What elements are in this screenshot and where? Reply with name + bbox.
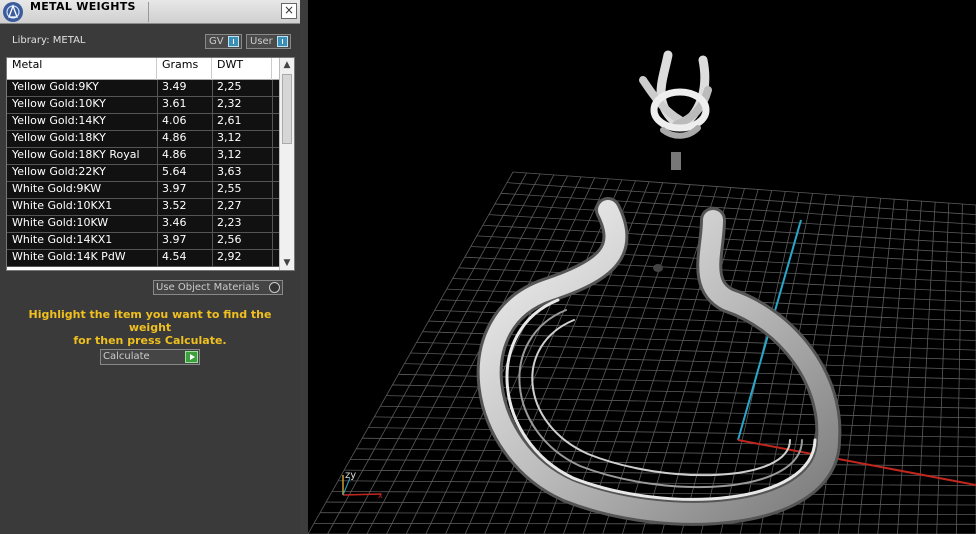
cell-metal: Yellow Gold:9KY (12, 80, 99, 93)
table-row[interactable]: White Gold:10KW 3.46 2,23 (7, 216, 279, 233)
calculate-button[interactable]: Calculate (100, 349, 200, 365)
cell-metal: White Gold:14K PdW (12, 250, 126, 263)
cell-metal: White Gold:14KX1 (12, 233, 113, 246)
gv-toggle[interactable]: GV (205, 34, 242, 49)
cell-dwt: 2,23 (217, 216, 242, 229)
gv-label: GV (209, 36, 224, 47)
cell-grams: 3.49 (162, 80, 187, 93)
table-body: Yellow Gold:9KY 3.49 2,25 Yellow Gold:10KY… (7, 80, 279, 267)
table-row[interactable]: Yellow Gold:10KY 3.61 2,32 (7, 97, 279, 114)
toggle-knob-icon (228, 36, 239, 47)
column-header-metal[interactable]: Metal (7, 58, 157, 80)
table-row[interactable]: White Gold:9KW 3.97 2,55 (7, 182, 279, 199)
table-row[interactable]: Yellow Gold:22KY 5.64 3,63 (7, 165, 279, 182)
cell-dwt: 3,12 (217, 131, 242, 144)
column-header-grams[interactable]: Grams (157, 58, 212, 80)
instruction-text: Highlight the item you want to find the … (10, 308, 290, 347)
scroll-thumb[interactable] (282, 74, 292, 144)
table-row[interactable]: Yellow Gold:9KY 3.49 2,25 (7, 80, 279, 97)
calculate-label: Calculate (103, 351, 150, 362)
cell-grams: 4.54 (162, 250, 187, 263)
metal-weights-panel: METAL WEIGHTS × Library: METAL GV User M… (0, 0, 300, 534)
panel-splitter[interactable] (300, 0, 308, 534)
cell-dwt: 2,56 (217, 233, 242, 246)
cell-grams: 4.86 (162, 148, 187, 161)
ring-setting-head (639, 50, 712, 170)
cell-dwt: 3,63 (217, 165, 242, 178)
table-row[interactable]: White Gold:14KX1 3.97 2,56 (7, 233, 279, 250)
use-object-materials-label: Use Object Materials (156, 282, 260, 293)
cell-grams: 4.86 (162, 131, 187, 144)
use-object-materials-toggle[interactable]: Use Object Materials (153, 280, 283, 295)
cell-metal: Yellow Gold:18KY (12, 131, 106, 144)
library-label: Library: METAL (12, 35, 86, 46)
3d-viewport[interactable]: zy x (308, 0, 976, 534)
cell-metal: White Gold:9KW (12, 182, 102, 195)
axis-label: zy (345, 470, 356, 481)
cell-metal: Yellow Gold:22KY (12, 165, 106, 178)
cell-dwt: 3,12 (217, 148, 242, 161)
instruction-line-1: Highlight the item you want to find the … (28, 308, 272, 334)
cell-metal: Yellow Gold:14KY (12, 114, 106, 127)
cell-metal: White Gold:10KX1 (12, 199, 113, 212)
cell-grams: 4.06 (162, 114, 187, 127)
cell-grams: 3.97 (162, 182, 187, 195)
cell-dwt: 2,25 (217, 80, 242, 93)
table-row[interactable]: White Gold:10KX1 3.52 2,27 (7, 199, 279, 216)
radio-icon (269, 282, 280, 293)
cell-grams: 3.97 (162, 233, 187, 246)
table-row[interactable]: White Gold:14K PdW 4.54 2,92 (7, 250, 279, 267)
instruction-line-2: for then press Calculate. (73, 334, 227, 347)
table-row[interactable]: Yellow Gold:14KY 4.06 2,61 (7, 114, 279, 131)
panel-title: METAL WEIGHTS (30, 0, 136, 13)
table-header: Metal Grams DWT (7, 58, 279, 80)
cell-dwt: 2,92 (217, 250, 242, 263)
cell-metal: Yellow Gold:18KY Royal (12, 148, 140, 161)
cell-dwt: 2,32 (217, 97, 242, 110)
axis-gizmo: zy x (342, 470, 383, 500)
title-divider (148, 2, 149, 22)
app-logo-icon (3, 2, 23, 22)
table-row[interactable]: Yellow Gold:18KY Royal 4.86 3,12 (7, 148, 279, 165)
cell-dwt: 2,61 (217, 114, 242, 127)
cell-metal: White Gold:10KW (12, 216, 109, 229)
close-button[interactable]: × (281, 3, 297, 19)
metal-table: Metal Grams DWT Yellow Gold:9KY 3.49 2,25 … (6, 57, 295, 271)
toggle-knob-icon (277, 36, 288, 47)
grid-floor (308, 171, 976, 534)
cell-grams: 5.64 (162, 165, 187, 178)
cell-dwt: 2,27 (217, 199, 242, 212)
cell-dwt: 2,55 (217, 182, 242, 195)
scroll-up-icon[interactable]: ▲ (280, 58, 294, 72)
cell-metal: Yellow Gold:10KY (12, 97, 106, 110)
ring-shank (476, 197, 842, 526)
cell-grams: 3.46 (162, 216, 187, 229)
panel-titlebar: METAL WEIGHTS × (0, 0, 300, 24)
table-row[interactable]: Yellow Gold:18KY 4.86 3,12 (7, 131, 279, 148)
cell-grams: 3.52 (162, 199, 187, 212)
user-label: User (250, 36, 273, 47)
cell-grams: 3.61 (162, 97, 187, 110)
scroll-down-icon[interactable]: ▼ (280, 256, 294, 270)
play-arrow-icon (185, 351, 198, 363)
close-icon: × (283, 3, 295, 17)
viewport-scene: zy x (308, 50, 976, 534)
svg-text:x: x (378, 491, 383, 500)
column-header-dwt[interactable]: DWT (212, 58, 272, 80)
user-toggle[interactable]: User (246, 34, 291, 49)
table-scrollbar[interactable]: ▲ ▼ (279, 58, 294, 270)
